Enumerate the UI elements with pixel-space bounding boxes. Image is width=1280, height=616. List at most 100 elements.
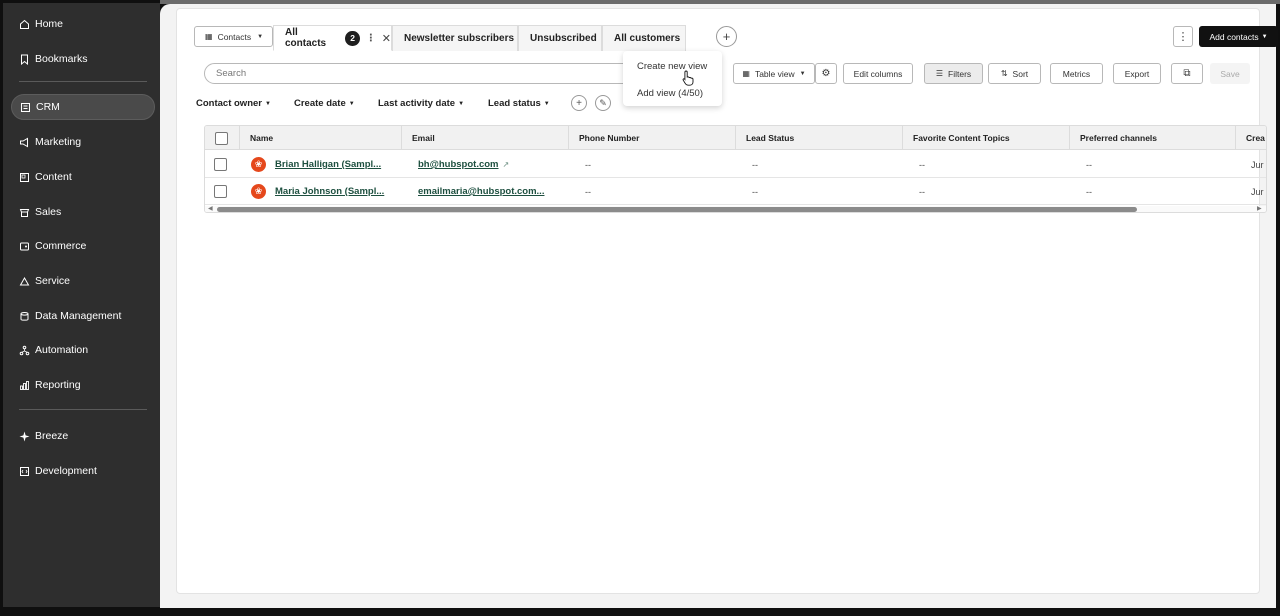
tab-label: Newsletter subscribers xyxy=(404,33,515,44)
sidebar-item-commerce[interactable]: Commerce xyxy=(11,233,155,259)
sidebar-item-label: Development xyxy=(35,465,97,477)
channels-cell: -- xyxy=(1086,186,1092,197)
tab-label: All contacts xyxy=(285,27,327,49)
add-filter-button[interactable]: + xyxy=(571,95,587,111)
horizontal-scrollbar[interactable]: ◀ ▶ xyxy=(205,205,1266,212)
name-cell: ❀ Maria Johnson (Sampl... xyxy=(240,178,402,205)
column-header-label: Email xyxy=(412,133,435,143)
email-link[interactable]: emailmaria@hubspot.com... xyxy=(418,186,544,197)
column-header-label: Lead Status xyxy=(746,133,795,143)
column-header-email[interactable]: Email xyxy=(402,126,569,150)
filter-label: Create date xyxy=(294,98,346,109)
column-header-favorite-content-topics[interactable]: Favorite Content Topics xyxy=(903,126,1070,150)
scrollbar-thumb[interactable] xyxy=(217,207,1137,212)
contact-name-link[interactable]: Brian Halligan (Sampl... xyxy=(275,159,381,170)
more-actions-button[interactable]: ⋮ xyxy=(1173,26,1193,47)
column-header-lead-status[interactable]: Lead Status xyxy=(736,126,903,150)
metrics-button[interactable]: Metrics xyxy=(1050,63,1103,84)
filters-button[interactable]: ☰ Filters xyxy=(924,63,983,84)
sidebar-item-content[interactable]: Content xyxy=(11,164,155,190)
main-content: ▦ Contacts ▼ All contacts 2 ⋮ ✕ Newslett… xyxy=(160,4,1278,608)
copy-icon: ⧉ xyxy=(1183,68,1191,79)
search-input[interactable]: Search xyxy=(204,63,640,84)
scroll-right-arrow-icon[interactable]: ▶ xyxy=(1257,205,1262,212)
filter-create-date[interactable]: Create date ▼ xyxy=(294,98,355,109)
sidebar-item-development[interactable]: Development xyxy=(11,458,155,484)
caret-down-icon: ▼ xyxy=(348,100,355,107)
close-icon[interactable]: ✕ xyxy=(382,32,391,45)
table-row[interactable]: ❀ Maria Johnson (Sampl... emailmaria@hub… xyxy=(205,178,1266,205)
search-placeholder: Search xyxy=(216,68,247,79)
sidebar-item-automation[interactable]: Automation xyxy=(11,337,155,363)
phone-cell: -- xyxy=(585,159,591,170)
sidebar-item-breeze[interactable]: Breeze xyxy=(11,423,155,449)
column-header-label: Favorite Content Topics xyxy=(913,133,1010,143)
row-select-cell xyxy=(205,151,240,178)
sidebar-item-label: Marketing xyxy=(35,136,82,148)
column-header-create-date[interactable]: Crea xyxy=(1236,126,1266,150)
column-header-name[interactable]: Name xyxy=(240,126,402,150)
add-contacts-button[interactable]: Add contacts ▼ xyxy=(1199,26,1278,47)
sidebar-item-marketing[interactable]: Marketing xyxy=(11,129,155,155)
sidebar: Home Bookmarks CRM Marketing Content Sal… xyxy=(3,3,160,607)
row-checkbox[interactable] xyxy=(214,185,227,198)
column-header-phone[interactable]: Phone Number xyxy=(569,126,736,150)
column-header-preferred-channels[interactable]: Preferred channels xyxy=(1070,126,1236,150)
filter-lead-status[interactable]: Lead status ▼ xyxy=(488,98,550,109)
sidebar-item-service[interactable]: Service xyxy=(11,268,155,294)
caret-down-icon: ▼ xyxy=(1261,33,1268,40)
save-button[interactable]: Save xyxy=(1210,63,1250,84)
sidebar-divider xyxy=(19,409,147,410)
phone-cell: -- xyxy=(585,186,591,197)
tab-unsubscribed[interactable]: Unsubscribed xyxy=(518,25,602,51)
contact-name-link[interactable]: Maria Johnson (Sampl... xyxy=(275,186,384,197)
tab-label: All customers xyxy=(614,33,681,44)
channels-cell: -- xyxy=(1086,159,1092,170)
row-select-cell xyxy=(205,178,240,205)
tab-newsletter-subscribers[interactable]: Newsletter subscribers xyxy=(392,25,518,51)
scroll-left-arrow-icon[interactable]: ◀ xyxy=(208,205,213,212)
edit-columns-label: Edit columns xyxy=(853,68,903,79)
filter-label: Lead status xyxy=(488,98,541,109)
add-view-button[interactable]: + xyxy=(716,26,737,47)
sort-button[interactable]: ⇅ Sort xyxy=(988,63,1041,84)
sidebar-item-home[interactable]: Home xyxy=(11,11,155,37)
export-button[interactable]: Export xyxy=(1113,63,1161,84)
table-view-button[interactable]: ▦ Table view ▼ xyxy=(733,63,815,84)
home-icon xyxy=(19,19,30,30)
menu-item-add-view[interactable]: Add view (4/50) xyxy=(637,88,703,99)
column-header-label: Crea xyxy=(1246,133,1265,143)
edit-columns-button[interactable]: Edit columns xyxy=(843,63,913,84)
row-checkbox[interactable] xyxy=(214,158,227,171)
plus-icon: + xyxy=(576,97,582,109)
duplicate-view-button[interactable]: ⧉ xyxy=(1171,63,1203,84)
service-icon xyxy=(19,276,30,287)
sidebar-item-sales[interactable]: Sales xyxy=(11,199,155,225)
contacts-panel: ▦ Contacts ▼ All contacts 2 ⋮ ✕ Newslett… xyxy=(176,8,1278,594)
menu-item-create-new-view[interactable]: Create new view xyxy=(637,61,707,72)
filter-last-activity-date[interactable]: Last activity date ▼ xyxy=(378,98,464,109)
view-settings-button[interactable]: ⚙ xyxy=(815,63,837,84)
object-selector-button[interactable]: ▦ Contacts ▼ xyxy=(194,26,273,47)
sidebar-item-bookmarks[interactable]: Bookmarks xyxy=(11,46,155,72)
table-icon: ▦ xyxy=(205,32,213,41)
sidebar-item-label: Bookmarks xyxy=(35,53,88,65)
kebab-icon[interactable]: ⋮ xyxy=(366,33,376,44)
tab-all-contacts[interactable]: All contacts 2 ⋮ ✕ xyxy=(273,25,392,51)
automation-icon xyxy=(19,345,30,356)
sidebar-item-data-management[interactable]: Data Management xyxy=(11,303,155,329)
sidebar-item-label: Home xyxy=(35,18,64,30)
sidebar-item-reporting[interactable]: Reporting xyxy=(11,372,155,398)
external-link-icon[interactable]: ↗ xyxy=(503,160,510,169)
save-label: Save xyxy=(1220,68,1240,79)
pencil-icon: ✎ xyxy=(599,97,607,108)
table-row[interactable]: ❀ Brian Halligan (Sampl... bh@hubspot.co… xyxy=(205,151,1266,178)
gear-icon: ⚙ xyxy=(821,68,831,79)
filter-contact-owner[interactable]: Contact owner ▼ xyxy=(196,98,271,109)
tab-all-customers[interactable]: All customers xyxy=(602,25,686,51)
edit-filters-button[interactable]: ✎ xyxy=(595,95,611,111)
filter-label: Contact owner xyxy=(196,98,262,109)
select-all-checkbox[interactable] xyxy=(215,131,228,145)
sidebar-item-crm[interactable]: CRM xyxy=(11,94,155,120)
email-link[interactable]: bh@hubspot.com xyxy=(418,159,499,170)
